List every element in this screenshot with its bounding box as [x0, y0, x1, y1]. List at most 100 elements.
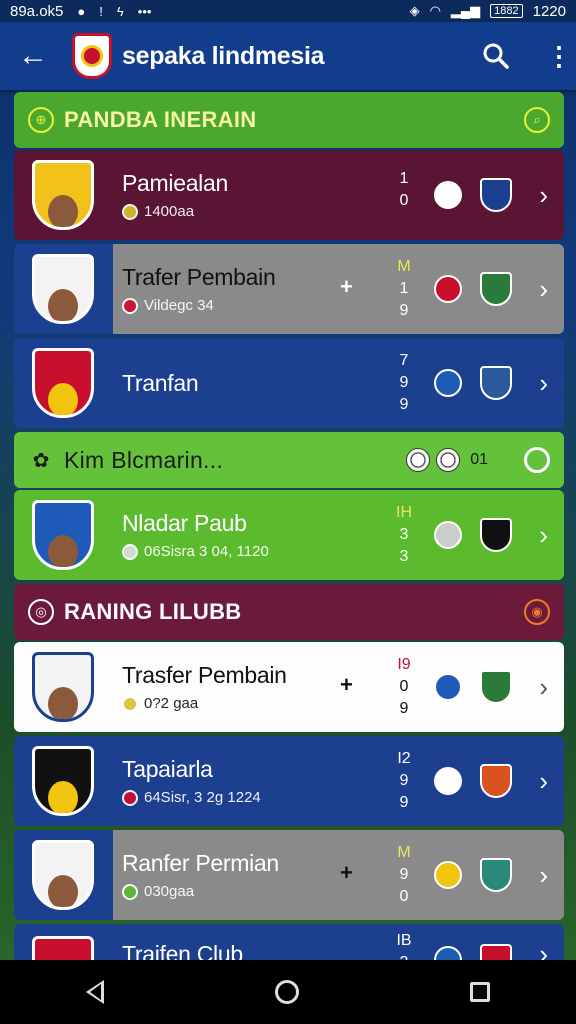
chevron-right-icon[interactable]: › [539, 672, 548, 703]
item-subtitle: 64Sisr, 3 2g 1224 [144, 789, 261, 806]
content-list: ⊕ PANDBA INERAIN ⌕ Pamiealan 1400aa 1 0 … [14, 92, 564, 988]
section-count: 01 [470, 451, 488, 468]
club-crest-icon [480, 272, 512, 306]
alert-icon: ! [99, 3, 103, 19]
signal-icon: ▂▄▆ [450, 3, 481, 18]
club-dot-icon [122, 695, 138, 712]
stat-top: I2 [397, 750, 411, 767]
trophy-icon[interactable]: ◉ [524, 599, 550, 625]
stat-bottom: 0 [399, 888, 409, 905]
item-title: Ranfer Permian [122, 850, 279, 876]
club-badge-icon [434, 369, 462, 397]
list-item[interactable]: Ranfer Permian 030gaa + M 9 0 › [14, 830, 564, 920]
item-subtitle: Vildegc 34 [144, 297, 214, 314]
item-title: Tranfan [122, 369, 199, 396]
list-item[interactable]: Pamiealan 1400aa 1 0 › [14, 150, 564, 240]
item-subtitle: 1400aa [144, 203, 195, 220]
chevron-right-icon[interactable]: › [539, 766, 548, 797]
status-bar: 89a.ok5 ● ! ϟ ••• ◈ ◠ ▂▄▆ 1882 1220 [0, 0, 576, 22]
item-title: Trafer Pembain [122, 264, 276, 290]
item-subtitle: 030gaa [144, 883, 195, 900]
item-subtitle: 0?2 gaa [144, 695, 199, 712]
section-title: Kim Blcmarin... [64, 446, 224, 473]
ball-icon [406, 448, 431, 472]
more-vert-icon[interactable]: ⋮ [546, 43, 572, 69]
stat-top: 7 [399, 352, 409, 369]
ball-icon [434, 767, 462, 795]
chevron-right-icon[interactable]: › [539, 180, 548, 211]
nav-home-icon[interactable] [274, 980, 299, 1004]
item-title: Tapaiarla [122, 756, 213, 782]
list-item[interactable]: Tranfan 7 9 9 › [14, 338, 564, 428]
section-header-1[interactable]: ⊕ PANDBA INERAIN ⌕ [14, 92, 564, 148]
stat-bottom: 9 [399, 700, 409, 717]
item-subtitle: 06Sisra 3 04, 1120 [144, 543, 269, 560]
ball-icon [434, 181, 462, 209]
list-item[interactable]: Tapaiarla 64Sisr, 3 2g 1224 I2 9 9 › [14, 736, 564, 826]
club-dot-icon [122, 203, 138, 220]
more-notifications-icon: ••• [137, 3, 152, 19]
club-dot-icon [122, 543, 138, 560]
stat-bottom: 9 [399, 302, 409, 319]
chevron-right-icon[interactable]: › [539, 860, 548, 891]
player-avatar [32, 500, 94, 570]
system-nav-bar [0, 960, 576, 1024]
chevron-right-icon[interactable]: › [539, 520, 548, 551]
stat-mid: 1 [399, 280, 409, 297]
stat-mid: 1 [399, 170, 409, 187]
notification-icon: ● [77, 3, 86, 19]
stat-top: I9 [397, 656, 411, 673]
chevron-right-icon[interactable]: › [539, 368, 548, 399]
stat-bottom: 9 [399, 396, 409, 413]
back-arrow-icon[interactable]: ← [18, 39, 54, 73]
settings-circle-icon[interactable] [524, 447, 550, 473]
club-dot-icon [122, 297, 138, 314]
chevron-right-icon[interactable]: › [539, 274, 548, 305]
list-item[interactable]: Nladar Paub 06Sisra 3 04, 1120 IH 3 3 › [14, 490, 564, 580]
stat-mid: 3 [399, 526, 409, 543]
stat-mid: 9 [399, 374, 409, 391]
search-circle-icon[interactable]: ⌕ [524, 107, 550, 133]
item-title: Nladar Paub [122, 510, 247, 536]
location-icon: ◈ [409, 3, 420, 18]
nav-recents-icon[interactable] [470, 982, 491, 1002]
section-title: RANING LILUBB [64, 599, 242, 624]
app-title: sepaka lindmesia [122, 41, 325, 70]
list-item[interactable]: Trasfer Pembain 0?2 gaa + I9 0 9 › [14, 642, 564, 732]
item-title: Trasfer Pembain [122, 662, 287, 688]
club-logo [72, 33, 112, 79]
section-title: PANDBA INERAIN [64, 107, 257, 132]
club-badge-icon [434, 673, 462, 701]
player-avatar [32, 652, 94, 722]
stat-mid: 9 [399, 772, 409, 789]
target-icon: ⊕ [28, 107, 54, 133]
ball-icon [434, 521, 462, 549]
plus-icon[interactable]: + [340, 860, 353, 886]
nav-back-icon[interactable] [85, 980, 104, 1004]
club-crest-icon [480, 858, 512, 892]
ball-icon [434, 861, 462, 889]
club-badge-icon [434, 275, 462, 303]
list-item[interactable]: Trafer Pembain Vildegc 34 + M 1 9 › [14, 244, 564, 334]
plus-icon[interactable]: + [340, 672, 353, 698]
battery-icon: 1882 [490, 4, 523, 18]
wifi-icon: ◠ [429, 3, 441, 18]
stat-bottom: 9 [399, 794, 409, 811]
ball-icon [436, 448, 461, 472]
bolt-icon: ϟ [116, 3, 124, 19]
section-header-2[interactable]: ✿ Kim Blcmarin... 01 [14, 432, 564, 488]
status-time: 1220 [532, 2, 566, 20]
section-header-3[interactable]: ◎ RANING LILUBB ◉ [14, 584, 564, 640]
club-crest-icon [480, 764, 512, 798]
stat-top: M [397, 258, 411, 275]
search-icon[interactable] [482, 42, 510, 70]
status-left-text: 89a.ok5 [10, 2, 64, 20]
item-title: Pamiealan [122, 170, 228, 196]
club-crest-icon [480, 518, 512, 552]
plus-icon[interactable]: + [340, 274, 353, 300]
player-avatar [32, 840, 94, 910]
club-badge-icon [480, 178, 512, 212]
settings-icon: ✿ [32, 449, 50, 472]
club-dot-icon [122, 789, 138, 806]
stat-mid: 9 [399, 866, 409, 883]
